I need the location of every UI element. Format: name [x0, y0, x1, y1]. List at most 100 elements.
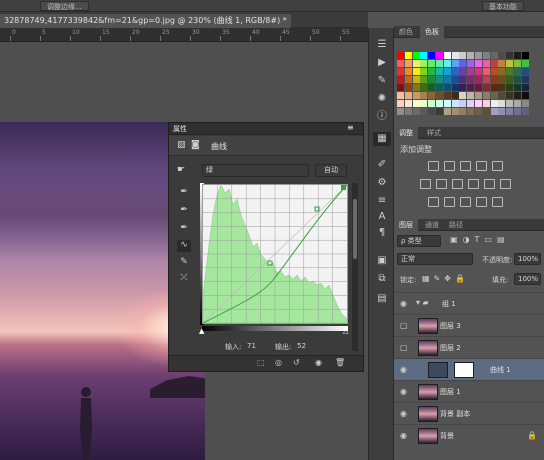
color-swatch[interactable] [490, 76, 498, 83]
set-black-point-icon[interactable]: ✒ [177, 187, 191, 199]
auto-button[interactable]: 自动 [315, 164, 347, 177]
invert-icon[interactable] [428, 197, 439, 207]
color-swatch[interactable] [443, 76, 451, 83]
color-swatch[interactable] [404, 84, 412, 91]
layer-filter-select[interactable]: ρ 类型 [397, 235, 441, 247]
color-swatch[interactable] [498, 108, 506, 115]
layer-thumbnail[interactable] [418, 384, 438, 400]
document-tab[interactable]: 32878749,4177339842&fm=21&gp=0.jpg @ 230… [0, 14, 291, 28]
color-swatch[interactable] [412, 92, 420, 99]
color-balance-icon[interactable] [436, 179, 447, 189]
color-swatch[interactable] [459, 68, 467, 75]
color-swatch[interactable] [467, 92, 475, 99]
layer-thumbnail[interactable] [418, 318, 438, 334]
color-swatch[interactable] [451, 84, 459, 91]
output-value[interactable]: 52 [297, 342, 306, 350]
white-slider-icon[interactable]: △ [343, 327, 348, 335]
color-swatch[interactable] [490, 108, 498, 115]
layer-row[interactable]: ◉ ▾ ▰ 组 1 [394, 292, 544, 314]
vibrance-icon[interactable] [492, 161, 503, 171]
layer-row[interactable]: ▢ 图层 3 [394, 314, 544, 336]
visibility-eye-icon[interactable]: ▢ [400, 321, 408, 330]
properties-icon[interactable]: ▦ [373, 132, 391, 146]
color-swatch[interactable] [514, 76, 521, 83]
color-swatch[interactable] [498, 76, 506, 83]
color-swatch[interactable] [436, 84, 443, 91]
preset-icon[interactable]: ☛ [177, 165, 185, 175]
color-swatch[interactable] [436, 108, 443, 115]
color-swatch[interactable] [428, 60, 436, 67]
history-icon[interactable]: ☰ [373, 38, 391, 52]
visibility-toggle-icon[interactable]: ◉ [315, 358, 322, 367]
panel-menu-icon[interactable]: ≡ [347, 123, 354, 132]
color-swatch[interactable] [498, 92, 506, 99]
color-swatch[interactable] [506, 84, 514, 91]
color-swatch[interactable] [506, 76, 514, 83]
draw-curve-icon[interactable]: ✎ [177, 257, 191, 269]
color-swatch[interactable] [482, 76, 490, 83]
layer-thumbnail[interactable] [418, 340, 438, 356]
selective-color-icon[interactable] [476, 197, 487, 207]
visibility-eye-icon[interactable]: ◉ [400, 431, 407, 440]
color-swatch[interactable] [459, 84, 467, 91]
paragraph-icon[interactable]: ¶ [373, 226, 391, 240]
smooth-curve-icon[interactable]: ⤫ [177, 273, 191, 285]
properties-header[interactable]: 属性 ≡ [169, 123, 363, 135]
color-swatch[interactable] [451, 100, 459, 107]
color-swatch[interactable] [498, 100, 506, 107]
color-swatch[interactable] [404, 108, 412, 115]
color-swatch[interactable] [420, 92, 428, 99]
color-swatch[interactable] [506, 68, 514, 75]
color-swatch[interactable] [451, 108, 459, 115]
black-slider-icon[interactable]: ▲ [199, 327, 204, 335]
color-swatch[interactable] [459, 76, 467, 83]
color-swatch[interactable] [428, 108, 436, 115]
color-swatch[interactable] [490, 100, 498, 107]
color-swatch[interactable] [514, 92, 521, 99]
color-swatch[interactable] [428, 92, 436, 99]
curve-graph[interactable] [202, 184, 348, 324]
color-swatch[interactable] [420, 100, 428, 107]
color-swatch[interactable] [459, 108, 467, 115]
layer-thumbnail[interactable] [418, 428, 438, 444]
color-swatch[interactable] [428, 84, 436, 91]
color-swatch[interactable] [506, 52, 514, 59]
view-previous-icon[interactable]: ◎ [275, 358, 282, 367]
clip-to-layer-icon[interactable]: ⬚ [257, 358, 265, 367]
channel-mixer-icon[interactable] [484, 179, 495, 189]
set-gray-point-icon[interactable]: ✒ [177, 205, 191, 217]
gradient-map-icon[interactable] [492, 197, 503, 207]
fill-input[interactable]: 100% [514, 273, 541, 285]
color-swatch[interactable] [412, 108, 420, 115]
color-swatch[interactable] [490, 68, 498, 75]
hue-saturation-icon[interactable] [420, 179, 431, 189]
color-swatch[interactable] [404, 52, 412, 59]
color-swatch[interactable] [412, 60, 420, 67]
layer-thumbnail[interactable] [418, 406, 438, 422]
lock-icons[interactable]: ▦✎✥🔒 [422, 274, 469, 283]
threshold-icon[interactable] [460, 197, 471, 207]
color-swatch[interactable] [404, 60, 412, 67]
curves-icon[interactable] [460, 161, 471, 171]
horizontal-ruler[interactable]: 0 5 10 15 20 25 30 35 40 45 50 55 [0, 28, 368, 42]
layer-filter-icons[interactable]: ▣◑T▭▤ [450, 235, 510, 244]
color-swatch[interactable] [467, 68, 475, 75]
color-swatch[interactable] [451, 92, 459, 99]
color-swatch[interactable] [475, 52, 482, 59]
color-swatch[interactable] [397, 100, 404, 107]
reset-icon[interactable]: ↺ [293, 358, 300, 367]
color-swatch[interactable] [459, 100, 467, 107]
visibility-eye-icon[interactable]: ▢ [400, 343, 408, 352]
color-swatch[interactable] [482, 68, 490, 75]
color-lookup-icon[interactable] [500, 179, 511, 189]
layer-mask-thumbnail[interactable] [454, 362, 474, 378]
color-swatch[interactable] [521, 76, 529, 83]
color-swatch[interactable] [475, 100, 482, 107]
color-swatch[interactable] [428, 52, 436, 59]
color-swatch[interactable] [397, 92, 404, 99]
channel-select[interactable]: 绿 [202, 164, 309, 177]
color-swatch[interactable] [475, 108, 482, 115]
color-swatch[interactable] [420, 52, 428, 59]
color-swatch[interactable] [412, 76, 420, 83]
color-swatch[interactable] [514, 100, 521, 107]
